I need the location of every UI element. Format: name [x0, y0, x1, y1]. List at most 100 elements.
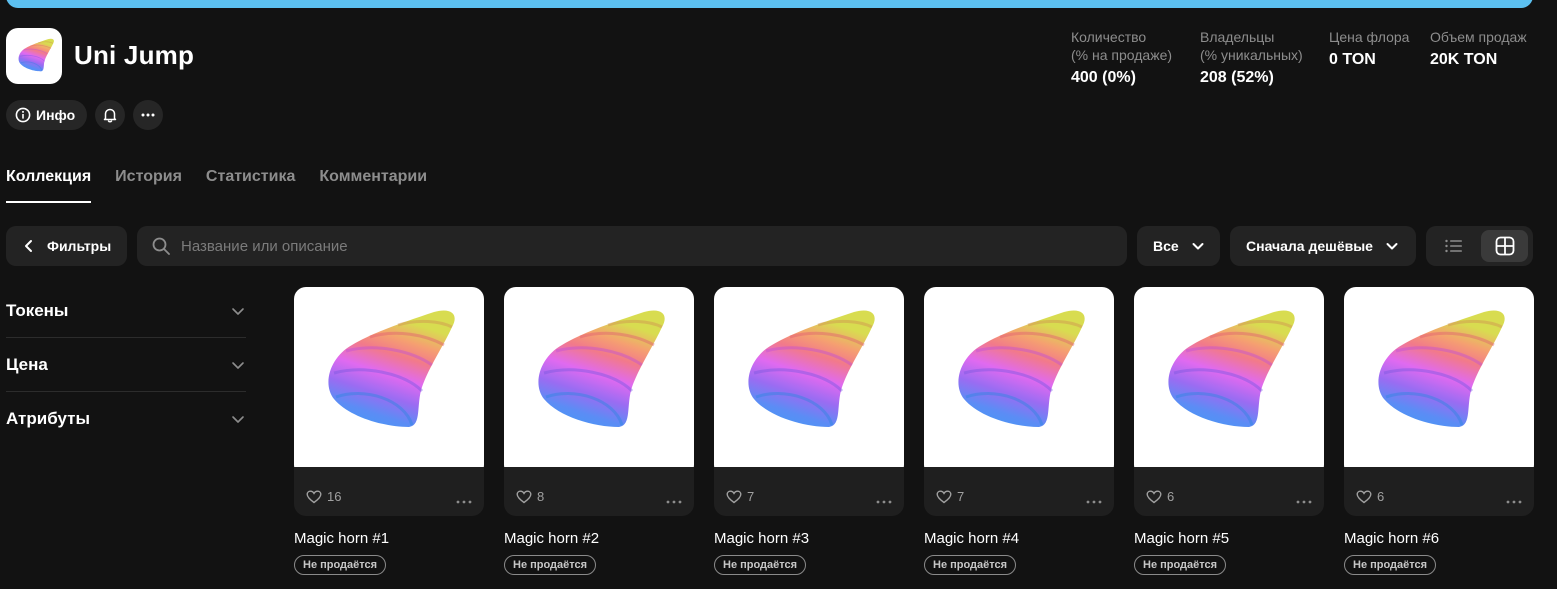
like-count: 16	[327, 489, 342, 504]
unicorn-horn-icon	[326, 308, 457, 429]
nft-name[interactable]: Magic horn #3	[714, 530, 904, 547]
nft-name[interactable]: Magic horn #1	[294, 530, 484, 547]
chevron-left-icon	[25, 240, 32, 252]
card-more-button[interactable]	[666, 500, 682, 504]
filter-section-attributes[interactable]: Атрибуты	[6, 392, 246, 446]
tab-collection[interactable]: Коллекция	[6, 168, 92, 203]
filter-section-price[interactable]: Цена	[6, 338, 246, 392]
grid-view-button[interactable]	[1481, 230, 1528, 262]
like-count: 7	[747, 489, 755, 504]
card-more-button[interactable]	[456, 500, 472, 504]
nft-image[interactable]	[504, 287, 694, 477]
like-count: 6	[1377, 489, 1385, 504]
like-button[interactable]: 6	[1146, 489, 1174, 504]
like-button[interactable]: 6	[1356, 489, 1384, 504]
chevron-down-icon	[232, 361, 244, 369]
all-dropdown[interactable]: Все	[1137, 226, 1220, 266]
more-options-button[interactable]	[133, 100, 164, 130]
nft-card[interactable]: 8 Magic horn #2 Не продаётся	[504, 287, 694, 575]
like-count: 6	[1167, 489, 1175, 504]
filter-section-label: Атрибуты	[6, 409, 90, 428]
nft-card[interactable]: 6 Magic horn #6 Не продаётся	[1344, 287, 1534, 575]
collection-logo	[6, 28, 62, 84]
stat-quantity: Количество (% на продаже) 400 (0%)	[1071, 28, 1172, 88]
nft-card[interactable]: 16 Magic horn #1 Не продаётся	[294, 287, 484, 575]
like-button[interactable]: 7	[726, 489, 754, 504]
nft-name[interactable]: Magic horn #4	[924, 530, 1114, 547]
heart-icon	[1146, 489, 1162, 503]
nft-image[interactable]	[714, 287, 904, 477]
filters-button[interactable]: Фильтры	[6, 226, 127, 266]
more-dots-icon	[666, 500, 682, 504]
unicorn-horn-icon	[956, 308, 1087, 429]
nft-image[interactable]	[924, 287, 1114, 477]
top-banner[interactable]	[6, 0, 1533, 8]
more-dots-icon	[456, 500, 472, 504]
nft-image[interactable]	[1134, 287, 1324, 477]
bell-icon	[103, 108, 117, 123]
nft-card[interactable]: 7 Magic horn #3 Не продаётся	[714, 287, 904, 575]
heart-icon	[936, 489, 952, 503]
tab-comments[interactable]: Комментарии	[319, 168, 427, 203]
card-footer: 7	[714, 467, 904, 516]
notifications-button[interactable]	[95, 100, 126, 130]
tab-statistics[interactable]: Статистика	[206, 168, 295, 203]
nft-name[interactable]: Magic horn #6	[1344, 530, 1534, 547]
stat-value: 208 (52%)	[1200, 69, 1274, 86]
nft-image[interactable]	[294, 287, 484, 477]
card-more-button[interactable]	[1296, 500, 1312, 504]
stat-sales-volume: Объем продаж 20K TON	[1430, 28, 1527, 70]
stat-sublabel: (% уникальных)	[1200, 47, 1303, 63]
card-footer: 8	[504, 467, 694, 516]
tab-history[interactable]: История	[115, 168, 182, 203]
search-input[interactable]	[181, 237, 1081, 255]
toolbar: Фильтры Все Сначала дешёвые	[6, 226, 1533, 266]
sale-status-badge: Не продаётся	[924, 555, 1017, 575]
card-more-button[interactable]	[876, 500, 892, 504]
list-view-button[interactable]	[1430, 230, 1477, 262]
like-button[interactable]: 7	[936, 489, 964, 504]
unicorn-horn-icon	[1166, 308, 1297, 429]
unicorn-horn-icon	[536, 308, 667, 429]
chevron-down-icon	[1386, 243, 1398, 250]
nft-image[interactable]	[1344, 287, 1534, 477]
like-count: 8	[537, 489, 545, 504]
more-dots-icon	[1506, 500, 1522, 504]
collection-actions: Инфо	[6, 100, 164, 130]
like-count: 7	[957, 489, 965, 504]
nft-name[interactable]: Magic horn #5	[1134, 530, 1324, 547]
sale-status-badge: Не продаётся	[1134, 555, 1227, 575]
chevron-down-icon	[232, 416, 244, 423]
nft-grid: 16 Magic horn #1 Не продаётся 8 Magic ho…	[294, 287, 1534, 575]
filter-section-label: Токены	[6, 300, 69, 320]
sale-status-badge: Не продаётся	[294, 555, 387, 575]
like-button[interactable]: 8	[516, 489, 544, 504]
filter-section-tokens[interactable]: Токены	[6, 284, 246, 338]
nft-card[interactable]: 6 Magic horn #5 Не продаётся	[1134, 287, 1324, 575]
card-footer: 6	[1134, 467, 1324, 516]
card-more-button[interactable]	[1086, 500, 1102, 504]
card-more-button[interactable]	[1506, 500, 1522, 504]
more-dots-icon	[1296, 500, 1312, 504]
unicorn-horn-icon	[746, 308, 877, 429]
nft-card[interactable]: 7 Magic horn #4 Не продаётся	[924, 287, 1114, 575]
info-label: Инфо	[36, 107, 76, 123]
stat-label: Количество	[1071, 29, 1147, 45]
view-toggle	[1426, 226, 1533, 266]
more-dots-icon	[876, 500, 892, 504]
info-button[interactable]: Инфо	[6, 100, 88, 130]
search-box[interactable]	[137, 226, 1127, 266]
collection-tabs: Коллекция История Статистика Комментарии	[6, 168, 427, 203]
chevron-down-icon	[1192, 243, 1204, 250]
more-dots-icon	[141, 113, 155, 117]
heart-icon	[1356, 489, 1372, 503]
heart-icon	[306, 489, 322, 503]
stat-floor-price: Цена флора 0 TON	[1329, 28, 1409, 70]
all-label: Все	[1153, 238, 1179, 254]
like-button[interactable]: 16	[306, 489, 341, 504]
nft-name[interactable]: Magic horn #2	[504, 530, 694, 547]
filter-section-label: Цена	[6, 354, 48, 374]
list-icon	[1444, 239, 1462, 253]
sort-dropdown[interactable]: Сначала дешёвые	[1230, 226, 1416, 266]
chevron-down-icon	[232, 307, 244, 315]
